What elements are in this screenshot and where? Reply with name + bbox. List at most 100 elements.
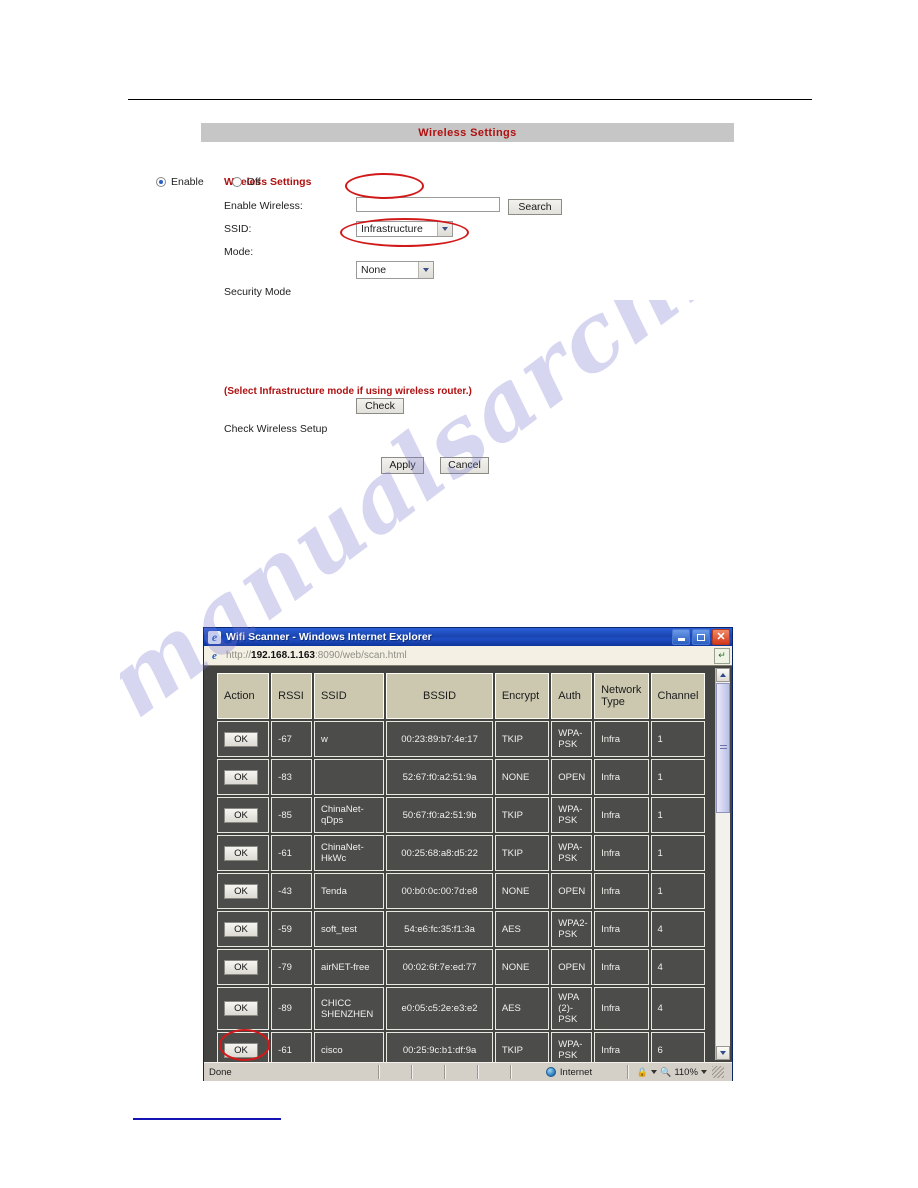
router-panel-title-text: Wireless Settings <box>418 126 517 139</box>
browser-window-title: Wifi Scanner - Windows Internet Explorer <box>226 631 432 643</box>
ok-button[interactable]: OK <box>224 807 258 823</box>
cell-channel: 1 <box>650 797 705 833</box>
chevron-down-icon[interactable] <box>700 1070 707 1074</box>
mode-select-value: Infrastructure <box>361 223 423 235</box>
ok-button[interactable]: OK <box>224 731 258 747</box>
cell-action: OK <box>217 949 270 985</box>
cell-auth: OPEN <box>551 873 593 909</box>
table-row: OK -89 CHICC SHENZHEN e0:05:c5:2e:e3:e2 AES W… <box>217 987 705 1030</box>
cell-rssi: -43 <box>271 873 312 909</box>
ok-button[interactable]: OK <box>224 1042 258 1058</box>
cell-rssi: -89 <box>271 987 312 1030</box>
apply-button[interactable]: Apply <box>381 457 424 474</box>
table-header-row: Action RSSI SSID BSSID Encrypt Auth Netw… <box>217 673 705 719</box>
radio-off-icon[interactable] <box>231 177 242 187</box>
cell-ssid: Tenda <box>313 873 385 909</box>
security-mode-select[interactable]: None <box>356 261 434 279</box>
cell-action: OK <box>217 911 270 947</box>
cell-bssid: 00:02:6f:7e:ed:77 <box>386 949 493 985</box>
chevron-down-icon[interactable] <box>651 1070 658 1074</box>
table-row: OK -83 52:67:f0:a2:51:9a NONE OPEN Infra 1 <box>217 759 705 795</box>
status-pane-2 <box>411 1065 444 1079</box>
address-bar-url[interactable]: http://192.168.1.163:8090/web/scan.html <box>226 650 709 661</box>
browser-address-bar[interactable]: e http://192.168.1.163:8090/web/scan.htm… <box>204 646 732 666</box>
globe-icon <box>545 1067 556 1077</box>
radio-option-off[interactable]: Off <box>231 176 261 188</box>
table-row: OK -85 ChinaNet-qDps 50:67:f0:a2:51:9b TKIP W… <box>217 797 705 833</box>
cell-action: OK <box>217 797 270 833</box>
cell-action: OK <box>217 721 270 757</box>
cell-auth: OPEN <box>551 949 593 985</box>
wifi-scan-table: Action RSSI SSID BSSID Encrypt Auth Netw… <box>215 671 707 1062</box>
scrollbar-grip-icon <box>719 745 727 751</box>
th-ssid: SSID <box>313 673 385 719</box>
maximize-button[interactable] <box>692 629 710 645</box>
go-button[interactable]: ↵ <box>714 647 730 664</box>
cell-ssid: ChinaNet-qDps <box>313 797 385 833</box>
radio-enable-icon[interactable] <box>156 177 166 187</box>
resize-grip-icon[interactable] <box>711 1066 724 1078</box>
close-button[interactable]: ✕ <box>712 629 730 645</box>
minimize-button[interactable] <box>672 629 690 645</box>
ok-button[interactable]: OK <box>224 959 258 975</box>
th-rssi: RSSI <box>271 673 312 719</box>
cell-rssi: -59 <box>271 911 312 947</box>
scroll-up-button[interactable] <box>716 668 730 682</box>
table-row: OK -59 soft_test 54:e6:fc:35:f1:3a AES WPA2-P… <box>217 911 705 947</box>
label-enable-wireless: Enable Wireless: <box>224 200 303 212</box>
cell-auth: WPA-PSK <box>551 1032 593 1062</box>
mode-select[interactable]: Infrastructure <box>356 221 453 237</box>
chevron-down-icon[interactable] <box>418 262 433 278</box>
cell-ssid: ChinaNet-HkWc <box>313 835 385 871</box>
enable-wireless-radio-group[interactable]: Enable Off <box>156 176 261 188</box>
cell-channel: 4 <box>650 949 705 985</box>
radio-option-enable[interactable]: Enable <box>156 176 204 188</box>
ssid-input[interactable] <box>356 197 500 212</box>
ok-button[interactable]: OK <box>224 769 258 785</box>
security-zone[interactable]: Internet <box>510 1065 627 1079</box>
cell-ssid: CHICC SHENZHEN <box>313 987 385 1030</box>
cell-encrypt: NONE <box>494 873 550 909</box>
cell-ssid: airNET-free <box>313 949 385 985</box>
security-mode-select-value: None <box>361 264 387 276</box>
url-host: 192.168.1.163 <box>251 650 315 661</box>
cancel-button[interactable]: Cancel <box>440 457 489 474</box>
cell-bssid: 54:e6:fc:35:f1:3a <box>386 911 493 947</box>
th-auth: Auth <box>551 673 593 719</box>
router-panel-body: Wireless Settings Enable Wireless: SSID:… <box>201 142 734 483</box>
cell-encrypt: NONE <box>494 949 550 985</box>
browser-statusbar: Done Internet 🔒 🔍 110% <box>204 1062 732 1081</box>
cell-bssid: e0:05:c5:2e:e3:e2 <box>386 987 493 1030</box>
url-suffix: :8090/web/scan.html <box>314 650 407 661</box>
cell-rssi: -61 <box>271 835 312 871</box>
search-button[interactable]: Search <box>508 199 562 215</box>
ok-button[interactable]: OK <box>224 883 258 899</box>
wifi-scan-table-body: OK -67 w 00:23:89:b7:4e:17 TKIP WPA-PSK Infra 1… <box>217 721 705 1062</box>
ok-button[interactable]: OK <box>224 845 258 861</box>
infrastructure-hint: (Select Infrastructure mode if using wir… <box>224 386 472 397</box>
zoom-control[interactable]: 🔒 🔍 110% <box>627 1065 732 1079</box>
ok-button[interactable]: OK <box>224 921 258 937</box>
check-button[interactable]: Check <box>356 398 404 414</box>
label-check-wireless-setup: Check Wireless Setup <box>224 423 328 435</box>
cell-channel: 4 <box>650 987 705 1030</box>
scroll-down-button[interactable] <box>716 1046 730 1060</box>
scrollbar-thumb[interactable] <box>716 683 730 813</box>
label-ssid: SSID: <box>224 223 252 235</box>
cell-rssi: -79 <box>271 949 312 985</box>
vertical-scrollbar[interactable] <box>715 668 730 1060</box>
cell-network-type: Infra <box>594 797 649 833</box>
cell-action: OK <box>217 835 270 871</box>
cell-network-type: Infra <box>594 987 649 1030</box>
ok-button[interactable]: OK <box>224 1001 258 1016</box>
browser-window: e Wifi Scanner - Windows Internet Explor… <box>203 627 733 1081</box>
th-action: Action <box>217 673 270 719</box>
internet-explorer-icon: e <box>208 630 221 644</box>
table-row: OK -61 ChinaNet-HkWc 00:25:68:a8:d5:22 TKIP W… <box>217 835 705 871</box>
status-pane-4 <box>477 1065 510 1079</box>
chevron-down-icon[interactable] <box>437 222 452 236</box>
minimize-icon <box>677 637 685 641</box>
cell-network-type: Infra <box>594 835 649 871</box>
cell-bssid: 00:25:68:a8:d5:22 <box>386 835 493 871</box>
cell-encrypt: TKIP <box>494 835 550 871</box>
